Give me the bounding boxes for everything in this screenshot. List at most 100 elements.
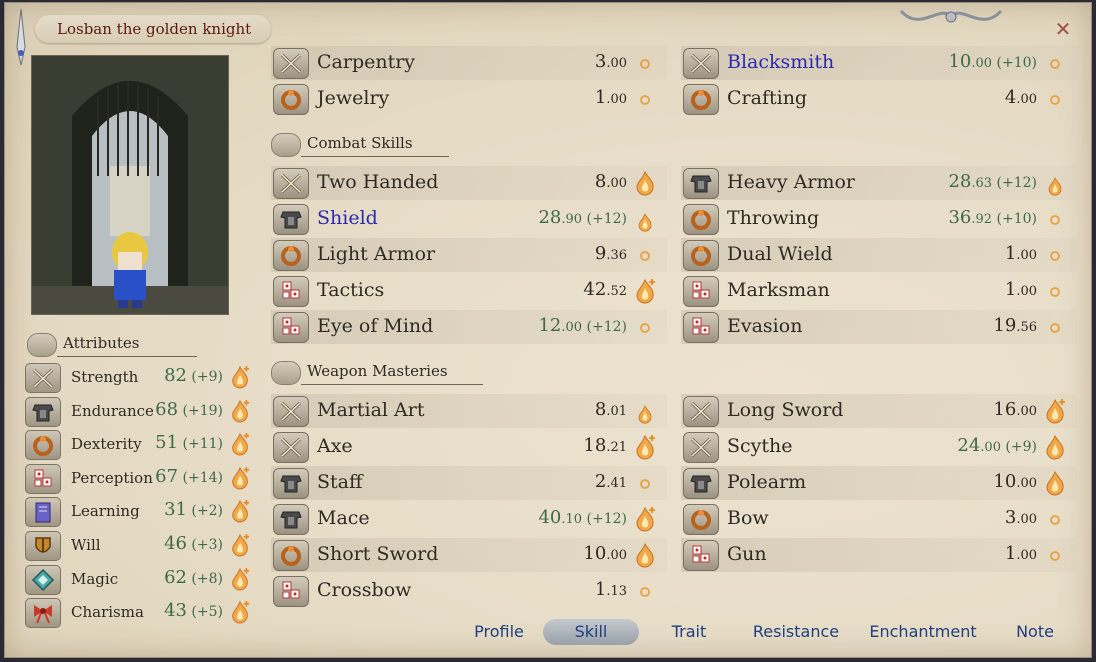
- skill-name: Axe: [317, 435, 353, 457]
- flame-plus-icon: [1046, 398, 1065, 424]
- attribute-value: 82 (+9): [164, 365, 223, 386]
- attribute-row-learning[interactable]: Learning 31 (+2): [25, 495, 255, 528]
- tab-note[interactable]: Note: [1005, 619, 1065, 645]
- skill-name: Short Sword: [317, 543, 439, 565]
- skill-row-eye-of-mind[interactable]: Eye of Mind 12.00 (+12): [271, 310, 667, 344]
- skill-row-jewelry[interactable]: Jewelry 1.00: [271, 82, 667, 116]
- skill-row-martial-art[interactable]: Martial Art 8.01: [271, 394, 667, 428]
- circle-marker-icon: [1050, 287, 1060, 297]
- skill-row-gun[interactable]: Gun 1.00: [681, 538, 1077, 572]
- skill-row-mace[interactable]: Mace 40.10 (+12): [271, 502, 667, 536]
- skill-row-bow[interactable]: Bow 3.00: [681, 502, 1077, 536]
- skill-value: 3.00: [594, 51, 627, 72]
- attribute-row-dexterity[interactable]: Dexterity 51 (+11): [25, 428, 255, 461]
- attribute-label: Strength: [71, 368, 139, 386]
- skill-name: Scythe: [727, 435, 793, 457]
- flame-plus-icon: [232, 466, 250, 490]
- weapon-masteries-header: Weapon Masteries: [271, 359, 491, 385]
- attribute-label: Charisma: [71, 603, 144, 622]
- dice-icon: [273, 276, 309, 307]
- skill-row-short-sword[interactable]: Short Sword 10.00: [271, 538, 667, 572]
- skill-row-axe[interactable]: Axe 18.21: [271, 430, 667, 464]
- tab-bar: Profile Skill Trait Resistance Enchantment No…: [445, 617, 1085, 649]
- skill-row-throwing[interactable]: Throwing 36.92 (+10): [681, 202, 1077, 236]
- skill-row-marksman[interactable]: Marksman 1.00: [681, 274, 1077, 308]
- section-marker-icon: [271, 361, 301, 385]
- skill-row-two-handed[interactable]: Two Handed 8.00: [271, 166, 667, 200]
- tab-profile[interactable]: Profile: [459, 619, 539, 645]
- circle-marker-icon: [640, 587, 650, 597]
- attribute-value: 62 (+8): [164, 566, 223, 588]
- tab-resistance[interactable]: Resistance: [743, 619, 849, 645]
- attribute-value: 68 (+19): [155, 398, 223, 420]
- skill-value: 8.00: [594, 171, 627, 192]
- skill-value: 2.41: [594, 471, 627, 492]
- circle-marker-icon: [1050, 515, 1060, 525]
- attribute-value: 51 (+11): [155, 432, 223, 454]
- skill-row-light-armor[interactable]: Light Armor 9.36: [271, 238, 667, 272]
- ring-icon: [683, 84, 719, 115]
- skill-name: Martial Art: [317, 399, 425, 421]
- skill-name: Two Handed: [317, 171, 439, 193]
- flame-icon: [1046, 470, 1064, 496]
- skill-row-carpentry[interactable]: Carpentry 3.00: [271, 46, 667, 80]
- flame-plus-icon: [636, 506, 655, 532]
- skill-row-tactics[interactable]: Tactics 42.52: [271, 274, 667, 308]
- armor-icon: [25, 396, 61, 427]
- tab-skill[interactable]: Skill: [543, 619, 639, 645]
- attribute-row-strength[interactable]: Strength 82 (+9): [25, 361, 255, 393]
- flame-plus-icon: [232, 365, 250, 389]
- attribute-value: 43 (+5): [164, 600, 223, 622]
- skill-row-evasion[interactable]: Evasion 19.56: [681, 310, 1077, 344]
- crossed-swords-icon: [683, 48, 719, 79]
- skill-value: 19.56: [993, 315, 1037, 336]
- skill-value: 10.00: [583, 543, 627, 564]
- skill-value: 8.01: [594, 399, 627, 420]
- ornament-flourish-icon: [899, 9, 1003, 23]
- skill-row-scythe[interactable]: Scythe 24.00 (+9): [681, 430, 1077, 464]
- skill-name: Bow: [727, 507, 769, 529]
- skill-name: Evasion: [727, 315, 803, 337]
- flame-plus-icon: [232, 567, 250, 591]
- skill-name: Tactics: [317, 279, 385, 301]
- attribute-label: Dexterity: [71, 435, 142, 454]
- skill-value: 28.90 (+12): [538, 207, 627, 228]
- skill-row-polearm[interactable]: Polearm 10.00: [681, 466, 1077, 500]
- attribute-row-magic[interactable]: Magic 62 (+8): [25, 563, 255, 595]
- skill-value: 24.00 (+9): [957, 435, 1037, 456]
- attribute-row-perception[interactable]: Perception 67 (+14): [25, 462, 255, 494]
- skill-row-blacksmith[interactable]: Blacksmith 10.00 (+10): [681, 46, 1077, 80]
- circle-marker-icon: [640, 251, 650, 261]
- skill-value: 1.00: [594, 87, 627, 108]
- tab-trait[interactable]: Trait: [651, 619, 727, 645]
- tab-enchantment[interactable]: Enchantment: [859, 619, 987, 645]
- attribute-row-will[interactable]: Will 46 (+3): [25, 529, 255, 561]
- skill-name: Dual Wield: [727, 243, 833, 265]
- skill-row-staff[interactable]: Staff 2.41: [271, 466, 667, 500]
- shield-icon: [25, 531, 61, 561]
- skill-value: 10.00 (+10): [948, 51, 1037, 72]
- skill-row-crossbow[interactable]: Crossbow 1.13: [271, 574, 667, 608]
- circle-marker-icon: [640, 59, 650, 69]
- circle-marker-icon: [1050, 551, 1060, 561]
- armor-icon: [273, 504, 309, 535]
- crossed-swords-icon: [273, 168, 309, 199]
- circle-marker-icon: [1050, 59, 1060, 69]
- attribute-row-endurance[interactable]: Endurance 68 (+19): [25, 395, 255, 427]
- dice-icon: [273, 312, 309, 343]
- flame-plus-icon: [636, 278, 655, 304]
- flame-icon: [636, 542, 654, 568]
- skill-row-long-sword[interactable]: Long Sword 16.00: [681, 394, 1077, 428]
- skill-row-heavy-armor[interactable]: Heavy Armor 28.63 (+12): [681, 166, 1077, 200]
- circle-marker-icon: [1050, 323, 1060, 333]
- skill-row-shield[interactable]: Shield 28.90 (+12): [271, 202, 667, 236]
- skill-name: Carpentry: [317, 51, 416, 73]
- skill-row-crafting[interactable]: Crafting 4.00: [681, 82, 1077, 116]
- knight-sprite: [112, 232, 148, 308]
- attribute-row-charisma[interactable]: Charisma 43 (+5): [25, 596, 255, 629]
- dice-icon: [25, 463, 61, 494]
- skill-value: 1.00: [1004, 543, 1037, 564]
- skill-row-dual-wield[interactable]: Dual Wield 1.00: [681, 238, 1077, 272]
- skill-name: Long Sword: [727, 399, 844, 421]
- close-button[interactable]: ✕: [1053, 19, 1073, 39]
